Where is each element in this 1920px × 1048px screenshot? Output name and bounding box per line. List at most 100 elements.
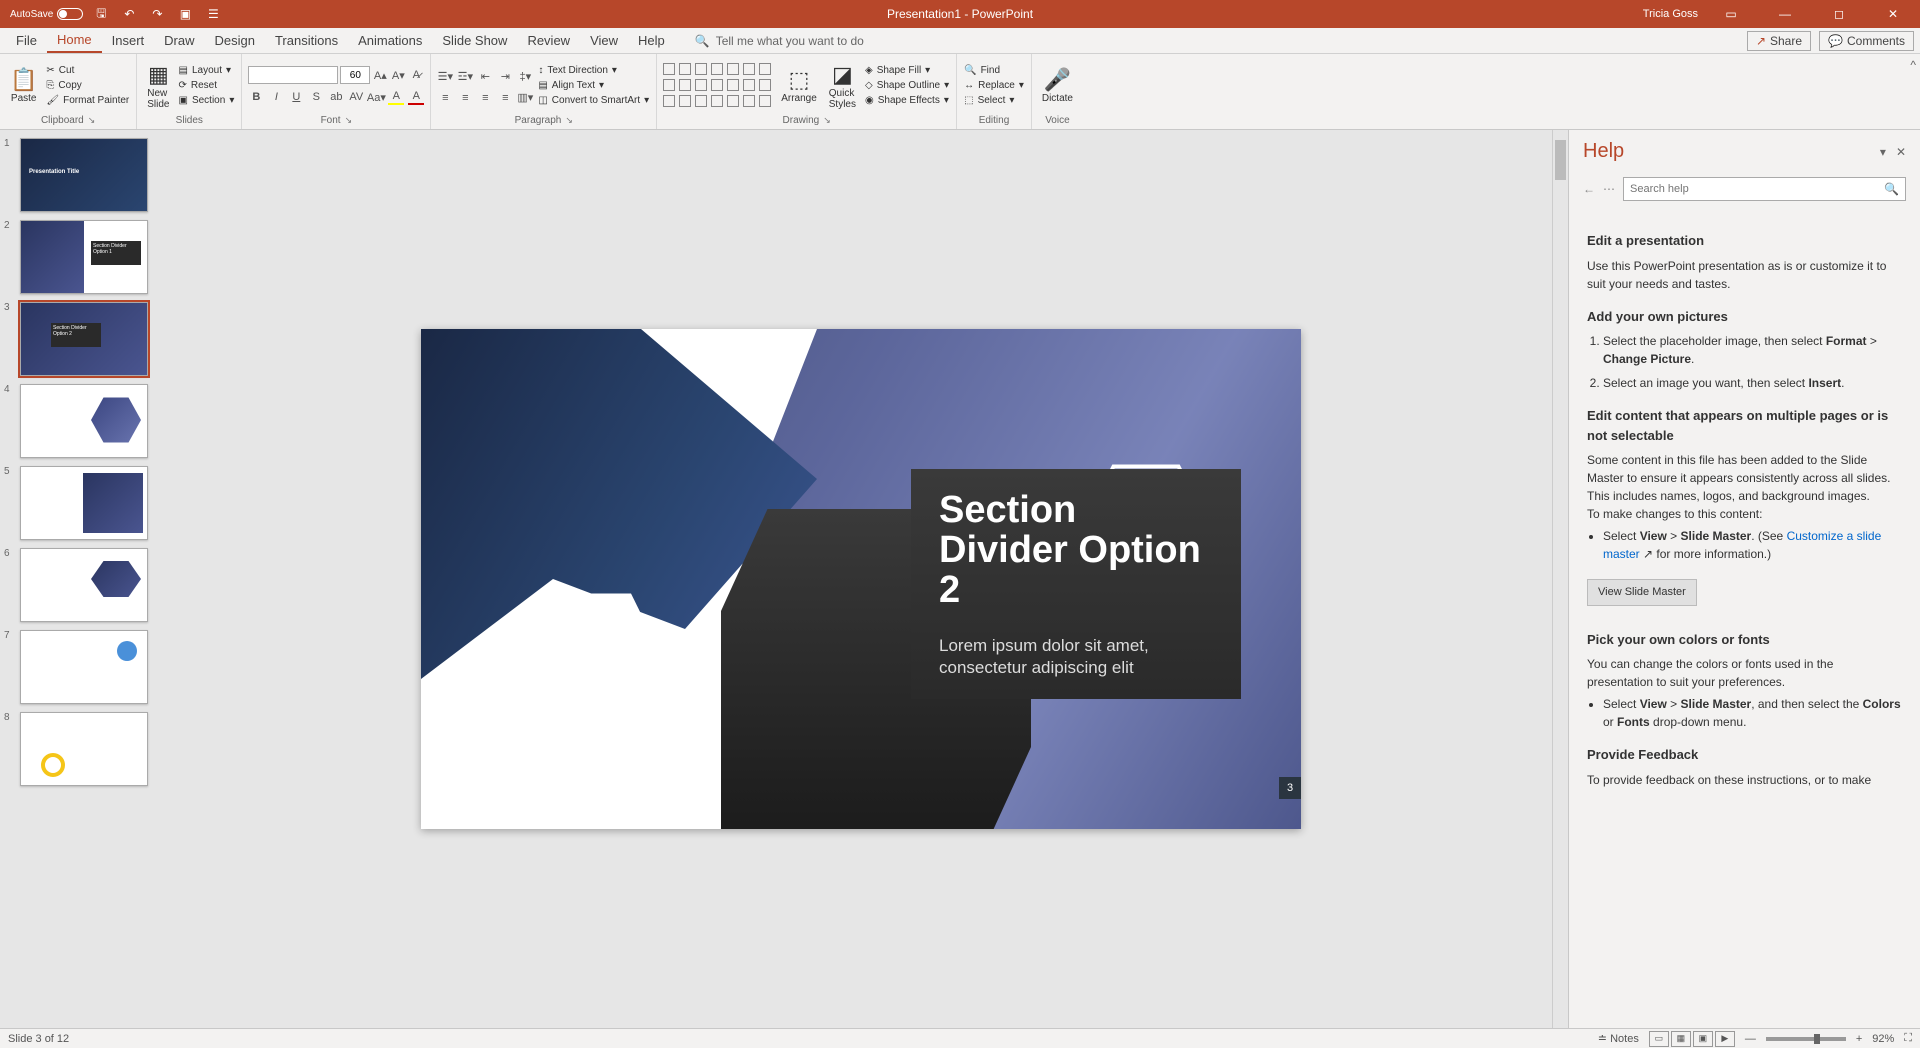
slide-editor[interactable]: Section Divider Option 2 Lorem ipsum dol… <box>170 130 1552 1028</box>
share-button[interactable]: ↗Share <box>1747 31 1811 51</box>
help-back-icon[interactable]: ← <box>1583 182 1595 196</box>
bold-button[interactable]: B <box>248 89 264 105</box>
copy-button[interactable]: ⎘Copy <box>45 79 130 92</box>
slide-sorter-icon[interactable]: ▦ <box>1671 1031 1691 1047</box>
redo-icon[interactable]: ↷ <box>147 4 167 24</box>
decrease-indent-button[interactable]: ⇤ <box>477 69 493 85</box>
tab-draw[interactable]: Draw <box>154 29 204 52</box>
drawing-launcher-icon[interactable]: ↘ <box>823 115 831 126</box>
change-case-button[interactable]: Aa▾ <box>368 89 384 105</box>
arrange-button[interactable]: ⬚Arrange <box>777 57 821 115</box>
close-icon[interactable]: ✕ <box>1872 0 1914 28</box>
maximize-icon[interactable]: ◻ <box>1818 0 1860 28</box>
comments-button[interactable]: 💬Comments <box>1819 31 1914 51</box>
undo-icon[interactable]: ↶ <box>119 4 139 24</box>
zoom-out-icon[interactable]: — <box>1745 1033 1756 1045</box>
thumbnail-6[interactable] <box>20 548 148 622</box>
tab-help[interactable]: Help <box>628 29 675 52</box>
font-size-input[interactable] <box>340 66 370 84</box>
increase-font-icon[interactable]: A▴ <box>372 67 388 83</box>
fit-to-window-icon[interactable]: ⛶ <box>1904 1032 1912 1045</box>
slideshow-view-icon[interactable]: ▶ <box>1715 1031 1735 1047</box>
section-button[interactable]: ▣Section▾ <box>178 94 236 107</box>
minimize-icon[interactable]: — <box>1764 0 1806 28</box>
shadow-button[interactable]: ab <box>328 89 344 105</box>
tab-design[interactable]: Design <box>205 29 265 52</box>
paragraph-launcher-icon[interactable]: ↘ <box>565 115 573 126</box>
select-button[interactable]: ⬚Select▾ <box>963 94 1025 107</box>
underline-button[interactable]: U <box>288 89 304 105</box>
tab-animations[interactable]: Animations <box>348 29 432 52</box>
line-spacing-button[interactable]: ‡▾ <box>517 69 533 85</box>
clipboard-launcher-icon[interactable]: ↘ <box>88 115 96 126</box>
replace-button[interactable]: ↔Replace▾ <box>963 79 1025 92</box>
present-from-start-icon[interactable]: ▣ <box>175 4 195 24</box>
format-painter-button[interactable]: 🖌Format Painter <box>45 94 130 107</box>
ribbon-display-icon[interactable]: ▭ <box>1710 0 1752 28</box>
tab-file[interactable]: File <box>6 29 47 52</box>
find-button[interactable]: 🔍Find <box>963 64 1025 77</box>
help-search[interactable]: 🔍 <box>1623 177 1906 201</box>
shapes-gallery[interactable] <box>663 63 773 109</box>
save-icon[interactable]: 🖫 <box>91 4 111 24</box>
char-spacing-button[interactable]: AV <box>348 89 364 105</box>
zoom-level[interactable]: 92% <box>1872 1033 1894 1045</box>
text-direction-button[interactable]: ↕Text Direction▾ <box>537 64 650 77</box>
autosave-toggle[interactable]: AutoSave <box>10 8 83 20</box>
tab-review[interactable]: Review <box>517 29 580 52</box>
thumbnail-3[interactable]: Section Divider Option 2 <box>20 302 148 376</box>
font-launcher-icon[interactable]: ↘ <box>345 115 353 126</box>
collapse-ribbon-icon[interactable]: ^ <box>1906 54 1920 129</box>
slide-body[interactable]: Lorem ipsum dolor sit amet, consectetur … <box>939 635 1213 679</box>
slide-counter[interactable]: Slide 3 of 12 <box>8 1033 69 1045</box>
align-text-button[interactable]: ▤Align Text▾ <box>537 79 650 92</box>
slide-canvas[interactable]: Section Divider Option 2 Lorem ipsum dol… <box>421 329 1301 829</box>
align-right-button[interactable]: ≡ <box>477 90 493 106</box>
normal-view-icon[interactable]: ▭ <box>1649 1031 1669 1047</box>
strikethrough-button[interactable]: S <box>308 89 324 105</box>
cut-button[interactable]: ✂Cut <box>45 64 130 77</box>
quick-styles-button[interactable]: ◪Quick Styles <box>825 57 860 115</box>
align-center-button[interactable]: ≡ <box>457 90 473 106</box>
help-search-input[interactable] <box>1630 183 1884 195</box>
view-slide-master-button[interactable]: View Slide Master <box>1587 579 1697 606</box>
touch-mode-icon[interactable]: ☰ <box>203 4 223 24</box>
clear-formatting-icon[interactable]: A̷ <box>408 67 424 83</box>
shape-effects-button[interactable]: ◉Shape Effects▾ <box>864 94 950 107</box>
layout-button[interactable]: ▤Layout▾ <box>178 64 236 77</box>
bullets-button[interactable]: ☰▾ <box>437 69 453 85</box>
zoom-slider[interactable] <box>1766 1037 1846 1041</box>
tab-slide-show[interactable]: Slide Show <box>432 29 517 52</box>
new-slide-button[interactable]: ▦New Slide <box>143 57 173 115</box>
search-icon[interactable]: 🔍 <box>1884 182 1899 196</box>
reset-button[interactable]: ⟳Reset <box>178 79 236 92</box>
shape-outline-button[interactable]: ◇Shape Outline▾ <box>864 79 950 92</box>
thumbnail-8[interactable] <box>20 712 148 786</box>
tab-home[interactable]: Home <box>47 28 102 53</box>
slide-text-box[interactable]: Section Divider Option 2 Lorem ipsum dol… <box>911 469 1241 699</box>
notes-button[interactable]: ≐ Notes <box>1598 1032 1639 1045</box>
decrease-font-icon[interactable]: A▾ <box>390 67 406 83</box>
zoom-in-icon[interactable]: + <box>1856 1033 1862 1045</box>
numbering-button[interactable]: ☲▾ <box>457 69 473 85</box>
font-color-button[interactable]: A <box>408 89 424 105</box>
shape-fill-button[interactable]: ◈Shape Fill▾ <box>864 64 950 77</box>
highlight-button[interactable]: A <box>388 89 404 105</box>
dictate-button[interactable]: 🎤Dictate <box>1038 57 1077 115</box>
justify-button[interactable]: ≡ <box>497 90 513 106</box>
paste-button[interactable]: 📋Paste <box>6 57 41 115</box>
editor-scrollbar[interactable] <box>1552 130 1568 1028</box>
increase-indent-button[interactable]: ⇥ <box>497 69 513 85</box>
italic-button[interactable]: I <box>268 89 284 105</box>
thumbnail-7[interactable] <box>20 630 148 704</box>
user-name[interactable]: Tricia Goss <box>1643 8 1698 20</box>
align-left-button[interactable]: ≡ <box>437 90 453 106</box>
thumbnail-4[interactable] <box>20 384 148 458</box>
thumbnail-1[interactable]: Presentation Title <box>20 138 148 212</box>
slide-title[interactable]: Section Divider Option 2 <box>939 491 1213 611</box>
help-options-icon[interactable]: ▾ <box>1880 145 1886 159</box>
tab-view[interactable]: View <box>580 29 628 52</box>
help-close-icon[interactable]: ✕ <box>1896 145 1906 159</box>
thumbnail-5[interactable] <box>20 466 148 540</box>
help-more-icon[interactable]: ⋯ <box>1603 182 1615 196</box>
